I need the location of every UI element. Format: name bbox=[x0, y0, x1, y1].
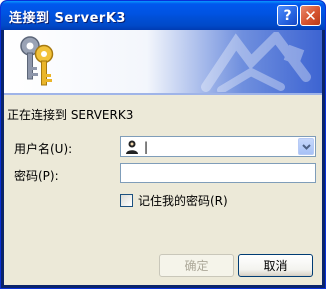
banner-divider bbox=[4, 93, 322, 95]
close-button[interactable]: ✕ bbox=[300, 5, 321, 26]
user-icon bbox=[126, 140, 138, 154]
remember-password-label: 记住我的密码(R) bbox=[138, 194, 228, 208]
password-label: 密码(P): bbox=[14, 169, 59, 183]
header-banner bbox=[4, 30, 322, 93]
window-title: 连接到 ServerK3 bbox=[9, 11, 126, 26]
username-value: | bbox=[144, 140, 149, 154]
cancel-button-label: 取消 bbox=[263, 259, 288, 273]
username-label: 用户名(U): bbox=[14, 142, 73, 156]
title-bar[interactable]: 连接到 ServerK3 ? ✕ bbox=[1, 1, 325, 30]
connecting-text: 正在连接到 SERVERK3 bbox=[7, 108, 134, 122]
remember-password-option[interactable]: 记住我的密码(R) bbox=[120, 192, 228, 209]
chevron-down-icon bbox=[301, 143, 311, 150]
help-icon: ? bbox=[283, 7, 292, 24]
remember-password-checkbox[interactable] bbox=[120, 194, 133, 207]
network-pattern bbox=[201, 32, 311, 92]
help-button[interactable]: ? bbox=[277, 5, 298, 26]
username-combobox[interactable]: | bbox=[120, 136, 316, 157]
dialog-client: 正在连接到 SERVERK3 用户名(U): | 密码(P): 记住我的密码(R… bbox=[4, 30, 322, 285]
ok-button[interactable]: 确定 bbox=[159, 254, 234, 277]
dialog-window: 连接到 ServerK3 ? ✕ 正在连接到 SERVERK3 用户名(U): … bbox=[0, 0, 326, 289]
cancel-button[interactable]: 取消 bbox=[238, 254, 313, 277]
ok-button-label: 确定 bbox=[184, 259, 209, 273]
keys-icon bbox=[20, 36, 54, 86]
dropdown-button[interactable] bbox=[298, 138, 314, 155]
password-field[interactable] bbox=[120, 163, 316, 183]
close-icon: ✕ bbox=[304, 6, 317, 25]
